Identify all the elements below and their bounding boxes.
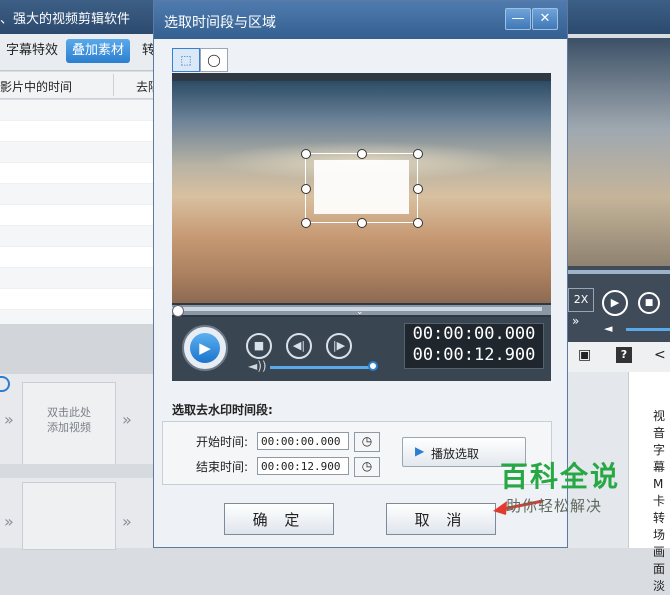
chevron-right-icon: » <box>122 410 132 429</box>
timeline-divider <box>0 464 160 478</box>
ellipse-select-icon[interactable]: ◯ <box>200 48 228 72</box>
end-time-field[interactable]: 00:00:12.900 <box>257 457 349 475</box>
volume-slider[interactable] <box>626 328 670 331</box>
total-time: 00:00:12.900 <box>412 345 536 365</box>
clock-icon[interactable]: ◷ <box>354 432 380 452</box>
video-frame[interactable] <box>172 81 551 303</box>
player-controls: ▶ ■ ◀| |▶ ◄)) 00:00:00.000 00:00:12.900 <box>172 317 551 381</box>
chevron-right-icon: » <box>4 512 14 531</box>
list-row[interactable] <box>0 289 160 310</box>
play-icon[interactable]: ▶ <box>602 290 628 316</box>
feature-item: 卡 <box>653 494 666 508</box>
minimize-button[interactable]: — <box>505 8 531 30</box>
video-player: ⌄ ▶ ■ ◀| |▶ ◄)) 00:00:00.000 00:00:12.90… <box>172 73 551 381</box>
preview-controls: 2X » ▶ ■ ◄ <box>568 266 670 342</box>
next-frame-button[interactable]: |▶ <box>326 333 352 359</box>
play-icon: ▶ <box>415 444 425 458</box>
feature-item: M <box>653 477 664 491</box>
chevron-right-icon: » <box>4 410 14 429</box>
chevron-right-icon: » <box>122 512 132 531</box>
list-header: 影片中的时间 去隔 <box>0 72 160 99</box>
resize-handle[interactable] <box>413 218 423 228</box>
watermark-selection-box[interactable] <box>301 149 423 228</box>
feature-item: 字幕 <box>653 443 666 474</box>
dialog-titlebar[interactable]: 选取时间段与区域 — ✕ <box>154 1 567 39</box>
site-watermark: 百科全说 助你轻松解决 <box>476 455 636 525</box>
resize-handle[interactable] <box>357 149 367 159</box>
volume-icon[interactable]: ◄ <box>604 322 612 335</box>
rect-select-icon[interactable]: ⬚ <box>172 48 200 72</box>
list-footer <box>0 324 160 374</box>
resize-handle[interactable] <box>301 149 311 159</box>
fast-forward-icon[interactable]: » <box>572 314 579 328</box>
overlay-list <box>0 100 160 331</box>
list-row[interactable] <box>0 184 160 205</box>
selection-tools: ⬚ ◯ <box>172 48 230 72</box>
feature-item: 淡 <box>653 579 666 593</box>
ok-button[interactable]: 确 定 <box>224 503 334 535</box>
column-divider <box>113 74 114 96</box>
resize-handle[interactable] <box>301 218 311 228</box>
column-header-time: 影片中的时间 <box>0 80 73 94</box>
start-time-label: 开始时间: <box>196 435 249 449</box>
volume-icon[interactable]: ◄)) <box>248 359 267 373</box>
list-row[interactable] <box>0 100 160 121</box>
stop-button[interactable]: ■ <box>246 333 272 359</box>
add-video-hint: 双击此处 添加视频 <box>47 406 91 434</box>
start-time-field[interactable]: 00:00:00.000 <box>257 432 349 450</box>
tab-subtitle-effects[interactable]: 字幕特效 <box>0 39 64 63</box>
app-tabs: 字幕特效 叠加素材 转 <box>0 34 160 71</box>
dialog-title: 选取时间段与区域 <box>164 15 276 31</box>
add-video-slot[interactable]: 双击此处 添加视频 <box>22 382 116 470</box>
end-time-label: 结束时间: <box>196 460 249 474</box>
list-row[interactable] <box>0 163 160 184</box>
tab-overlay-material[interactable]: 叠加素材 <box>66 39 131 63</box>
time-display: 00:00:00.000 00:00:12.900 <box>404 323 544 369</box>
list-row[interactable] <box>0 226 160 247</box>
resize-handle[interactable] <box>413 149 423 159</box>
radio-icon[interactable] <box>0 376 10 392</box>
speed-button[interactable]: 2X <box>568 288 594 312</box>
resize-handle[interactable] <box>413 184 423 194</box>
previous-frame-button[interactable]: ◀| <box>286 333 312 359</box>
feature-item: 转场 <box>653 511 666 542</box>
watermark-subtitle: 助你轻松解决 <box>506 497 603 515</box>
resize-handle[interactable] <box>357 218 367 228</box>
feature-item: 视 <box>653 409 666 423</box>
preview-progress[interactable] <box>568 270 670 274</box>
preview-toolbar: ▣ ? < <box>568 342 670 373</box>
list-row[interactable] <box>0 205 160 226</box>
preview-video <box>568 38 670 266</box>
chevron-down-icon[interactable]: ⌄ <box>356 307 364 317</box>
resize-handle[interactable] <box>301 184 311 194</box>
clock-icon[interactable]: ◷ <box>354 457 380 477</box>
list-row[interactable] <box>0 268 160 289</box>
watermark-title: 百科全说 <box>500 460 621 493</box>
progress-bar[interactable]: ⌄ <box>172 305 551 317</box>
close-button[interactable]: ✕ <box>532 8 558 30</box>
current-time: 00:00:00.000 <box>412 324 536 344</box>
play-button[interactable]: ▶ <box>182 325 228 371</box>
app-title: 、强大的视频剪辑软件 <box>0 12 131 27</box>
feature-item: 音 <box>653 426 666 440</box>
stop-icon[interactable]: ■ <box>638 292 660 314</box>
list-row[interactable] <box>0 142 160 163</box>
list-row[interactable] <box>0 121 160 142</box>
play-selection-label: 播放选取 <box>431 447 480 461</box>
play-icon: ▶ <box>190 333 220 363</box>
list-row[interactable] <box>0 247 160 268</box>
volume-slider[interactable] <box>270 366 373 369</box>
add-video-slot[interactable] <box>22 482 116 550</box>
timeline: » 双击此处 添加视频 » » » <box>0 374 160 550</box>
share-icon[interactable]: < <box>654 347 666 363</box>
volume-knob[interactable] <box>367 361 378 371</box>
selection-fill <box>314 160 409 214</box>
feature-item: 画面 <box>653 545 666 576</box>
progress-knob[interactable] <box>172 305 184 317</box>
section-label: 选取去水印时间段: <box>172 403 273 417</box>
save-icon[interactable]: ▣ <box>578 347 591 363</box>
help-icon[interactable]: ? <box>616 347 632 363</box>
